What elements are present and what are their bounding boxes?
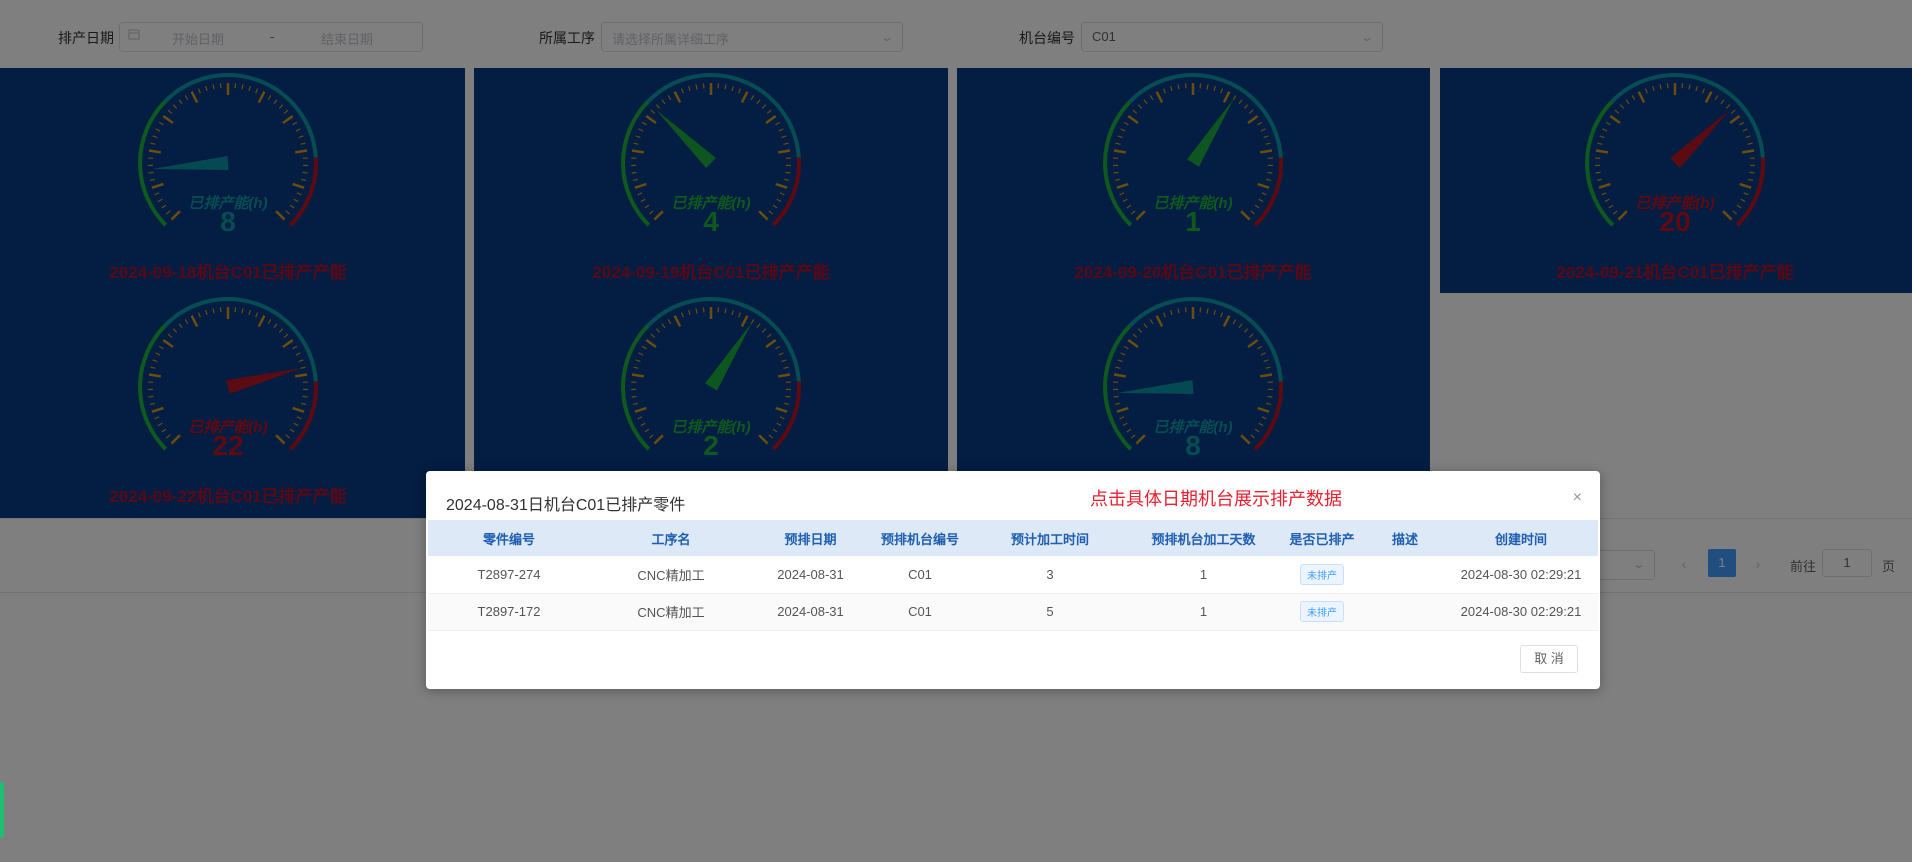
description-cell <box>1366 593 1444 631</box>
process-name-cell: CNC精加工 <box>590 593 752 631</box>
modal-overlay[interactable] <box>0 0 1912 862</box>
cancel-button[interactable]: 取 消 <box>1520 645 1578 673</box>
column-header[interactable]: 预计加工时间 <box>971 520 1129 556</box>
status-badge: 未排产 <box>1300 563 1344 585</box>
status-cell: 未排产 <box>1278 593 1366 631</box>
column-header[interactable]: 是否已排产 <box>1278 520 1366 556</box>
process-name-cell: CNC精加工 <box>590 556 752 594</box>
table-row[interactable]: T2897-172 CNC精加工 2024-08-31 C01 5 1 未排产 … <box>428 593 1598 631</box>
description-cell <box>1366 556 1444 594</box>
column-header[interactable]: 工序名 <box>590 520 752 556</box>
column-header[interactable]: 预排日期 <box>752 520 869 556</box>
scheduled-date-cell: 2024-08-31 <box>752 593 869 631</box>
status-badge: 未排产 <box>1300 601 1344 622</box>
created-time-cell: 2024-08-30 02:29:21 <box>1444 556 1598 594</box>
part-number-cell: T2897-274 <box>428 556 590 594</box>
table-header-row: 零件编号 工序名 预排日期 预排机台编号 预计加工时间 预排机台加工天数 是否已… <box>428 520 1598 556</box>
machine-number-cell: C01 <box>869 556 971 594</box>
column-header[interactable]: 创建时间 <box>1444 520 1598 556</box>
created-time-cell: 2024-08-30 02:29:21 <box>1444 593 1598 631</box>
processing-time-cell: 5 <box>971 593 1129 631</box>
column-header[interactable]: 预排机台加工天数 <box>1129 520 1278 556</box>
processing-days-cell: 1 <box>1129 593 1278 631</box>
machine-number-cell: C01 <box>869 593 971 631</box>
side-widget[interactable] <box>0 782 4 838</box>
table-row[interactable]: T2897-274 CNC精加工 2024-08-31 C01 3 1 未排产 … <box>428 556 1598 594</box>
annotation-note: 点击具体日期机台展示排产数据 <box>1090 489 1342 509</box>
processing-days-cell: 1 <box>1129 556 1278 594</box>
status-cell: 未排产 <box>1278 556 1366 594</box>
part-number-cell: T2897-172 <box>428 593 590 631</box>
close-icon[interactable]: × <box>1573 489 1582 507</box>
scheduled-parts-dialog: 2024-08-31日机台C01已排产零件 点击具体日期机台展示排产数据 × 零… <box>426 471 1600 689</box>
column-header[interactable]: 描述 <box>1366 520 1444 556</box>
column-header[interactable]: 零件编号 <box>428 520 590 556</box>
parts-table: 零件编号 工序名 预排日期 预排机台编号 预计加工时间 预排机台加工天数 是否已… <box>428 520 1598 631</box>
column-header[interactable]: 预排机台编号 <box>869 520 971 556</box>
dialog-title: 2024-08-31日机台C01已排产零件 <box>446 497 686 514</box>
scheduled-date-cell: 2024-08-31 <box>752 556 869 594</box>
processing-time-cell: 3 <box>971 556 1129 594</box>
